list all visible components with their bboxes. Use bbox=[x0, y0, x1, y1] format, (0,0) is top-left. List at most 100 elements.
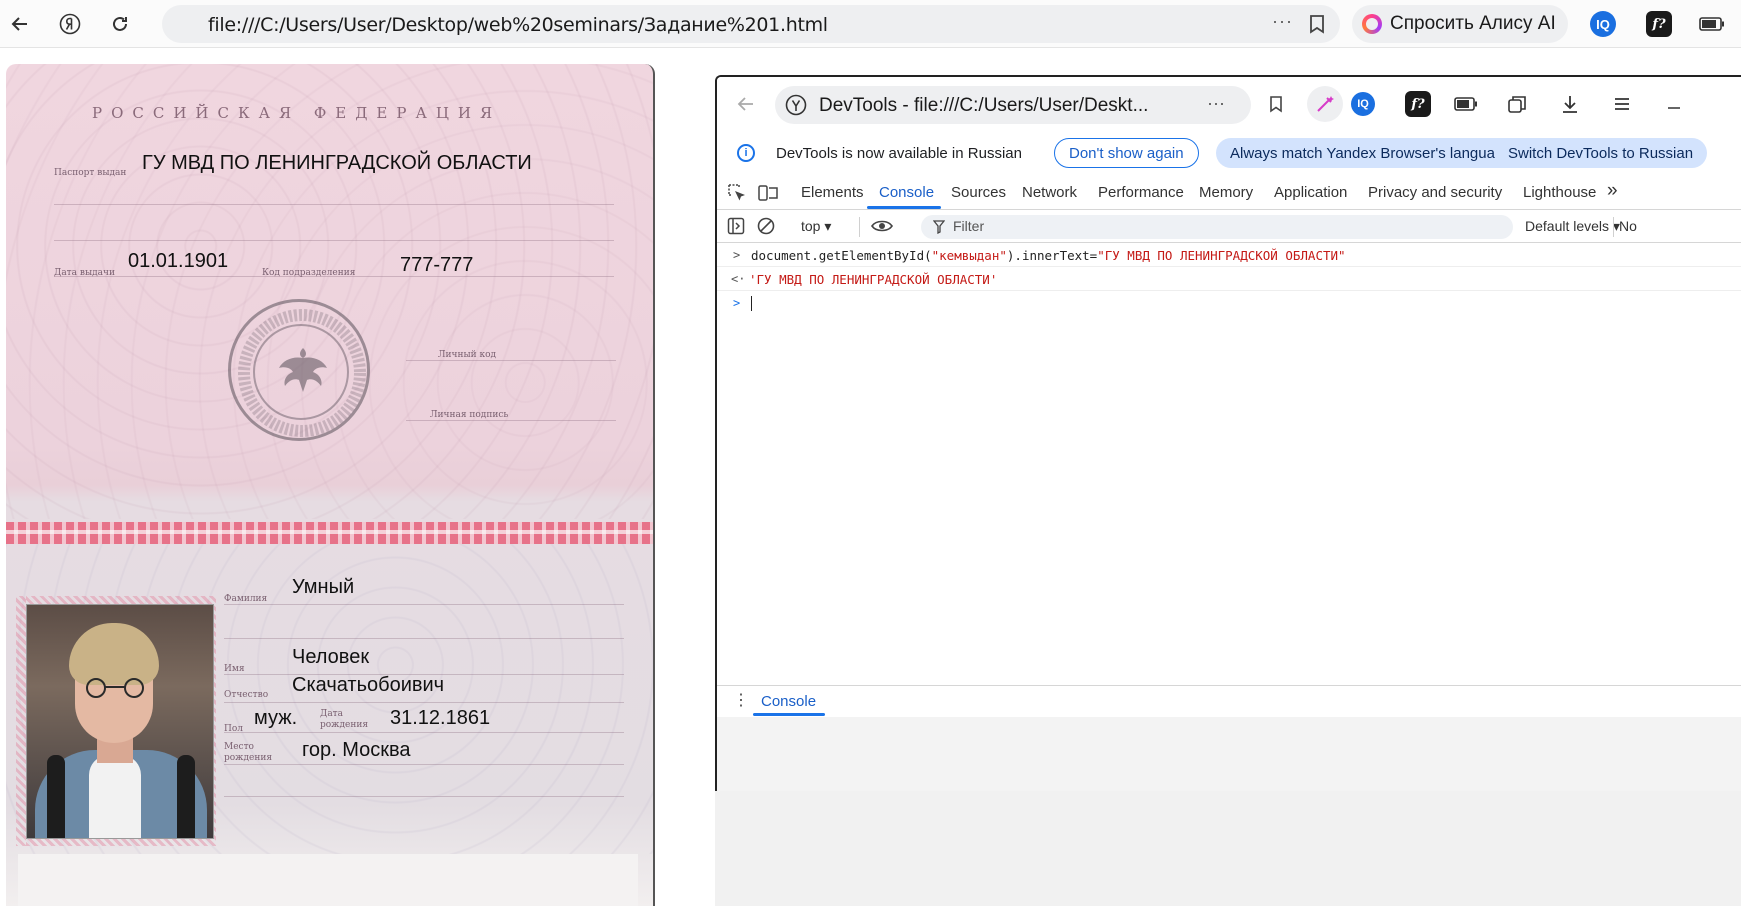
patronymic-label: Отчество bbox=[224, 690, 269, 700]
info-icon: i bbox=[737, 144, 755, 162]
output-prompt-icon: <· bbox=[731, 272, 746, 286]
issued-by-value: ГУ МВД ПО ЛЕНИНГРАДСКОЙ ОБЛАСТИ bbox=[142, 152, 532, 174]
code-call: document.getElementById( bbox=[751, 248, 932, 263]
ask-alice-label: Спросить Алису AI bbox=[1390, 13, 1556, 34]
clear-console-icon[interactable] bbox=[757, 217, 775, 240]
yandex-logo-icon[interactable] bbox=[54, 8, 86, 40]
yandex-logo-icon bbox=[785, 94, 807, 121]
device-toolbar-icon[interactable] bbox=[757, 183, 779, 208]
context-selector[interactable]: top ▾ bbox=[801, 218, 831, 235]
name-label: Имя bbox=[224, 664, 245, 674]
more-tabs-icon[interactable]: » bbox=[1607, 180, 1618, 202]
menu-hamburger-icon[interactable] bbox=[1607, 89, 1637, 119]
surname-value: Умный bbox=[292, 576, 355, 598]
code-property: ).innerText= bbox=[1006, 248, 1098, 263]
division-code-value: 777-777 bbox=[400, 254, 474, 276]
bookmark-icon[interactable] bbox=[1309, 14, 1325, 39]
iq-extension-icon[interactable]: IQ bbox=[1351, 92, 1375, 116]
log-levels-dropdown[interactable]: Default levels ▾ bbox=[1525, 218, 1620, 235]
page-content: РОССИЙСКАЯ ФЕДЕРАЦИЯ Паспорт выдан ГУ МВ… bbox=[0, 48, 715, 906]
birth-place-value: гор. Москва bbox=[302, 739, 411, 761]
tab-elements[interactable]: Elements bbox=[801, 184, 864, 201]
name-value: Человек bbox=[292, 646, 370, 668]
tab-memory[interactable]: Memory bbox=[1199, 184, 1253, 201]
ask-alice-button[interactable]: Спросить Алису AI bbox=[1352, 5, 1568, 43]
birth-place-label: Место рождения bbox=[224, 742, 273, 763]
devtools-window-title: DevTools - file:///C:/Users/User/Deskt..… bbox=[819, 95, 1149, 116]
console-input-line: > document.getElementById("кемвыдан").in… bbox=[717, 243, 1741, 267]
log-levels-value: Default levels bbox=[1525, 218, 1610, 234]
context-value: top bbox=[801, 218, 821, 234]
sex-value: муж. bbox=[254, 707, 298, 729]
live-expression-eye-icon[interactable] bbox=[871, 218, 893, 239]
f-extension-icon[interactable]: f? bbox=[1646, 11, 1672, 37]
mvd-stamp bbox=[228, 299, 370, 441]
reload-icon[interactable] bbox=[104, 8, 136, 40]
issues-counter[interactable]: No bbox=[1619, 218, 1637, 234]
switch-to-russian-button[interactable]: Switch DevTools to Russian bbox=[1494, 138, 1708, 168]
devtools-address-bar[interactable]: DevTools - file:///C:/Users/User/Deskt..… bbox=[775, 86, 1251, 124]
devtools-window: DevTools - file:///C:/Users/User/Deskt..… bbox=[715, 75, 1741, 791]
console-output: > document.getElementById("кемвыдан").in… bbox=[717, 243, 1741, 315]
tab-performance[interactable]: Performance bbox=[1098, 184, 1184, 201]
devtools-tabbar: Elements Console Sources Network Perform… bbox=[717, 176, 1741, 210]
new-prompt-icon: > bbox=[733, 296, 741, 310]
sidebar-toggle-icon[interactable] bbox=[727, 217, 745, 240]
personal-code-label: Личный код bbox=[438, 350, 497, 360]
passport-image: РОССИЙСКАЯ ФЕДЕРАЦИЯ Паспорт выдан ГУ МВ… bbox=[6, 64, 655, 906]
more-dots-icon[interactable]: ··· bbox=[1207, 93, 1225, 114]
text-cursor bbox=[751, 296, 752, 311]
console-prompt-line[interactable]: > bbox=[717, 291, 1741, 315]
filter-funnel-icon bbox=[932, 220, 946, 239]
holder-photo bbox=[26, 604, 214, 839]
passport-seam bbox=[6, 522, 653, 544]
tab-lighthouse[interactable]: Lighthouse bbox=[1523, 184, 1596, 201]
drawer-menu-icon[interactable]: ⋮ bbox=[733, 690, 749, 710]
patronymic-value: Скачатьобоивич bbox=[292, 674, 445, 696]
input-prompt-icon: > bbox=[733, 248, 741, 262]
tab-application[interactable]: Application bbox=[1274, 184, 1347, 201]
devtools-back-icon[interactable] bbox=[731, 89, 761, 119]
back-arrow-icon[interactable] bbox=[4, 8, 36, 40]
battery-icon[interactable] bbox=[1451, 89, 1481, 119]
bookmark-icon[interactable] bbox=[1261, 89, 1291, 119]
tab-sources[interactable]: Sources bbox=[951, 184, 1006, 201]
iq-extension-icon[interactable]: IQ bbox=[1590, 11, 1616, 37]
address-bar[interactable]: file:///C:/Users/User/Desktop/web%20semi… bbox=[162, 5, 1340, 43]
inspect-element-icon[interactable] bbox=[727, 183, 747, 208]
surname-label: Фамилия bbox=[224, 594, 268, 604]
console-filter-input[interactable]: Filter bbox=[921, 215, 1513, 239]
tab-console[interactable]: Console bbox=[879, 184, 934, 201]
download-icon[interactable] bbox=[1555, 89, 1585, 119]
f-extension-icon[interactable]: f? bbox=[1405, 91, 1431, 117]
more-dots-icon[interactable]: ··· bbox=[1272, 11, 1293, 32]
battery-icon[interactable] bbox=[1696, 8, 1728, 40]
tab-network[interactable]: Network bbox=[1022, 184, 1077, 201]
collections-icon[interactable] bbox=[1503, 89, 1533, 119]
filter-placeholder: Filter bbox=[953, 218, 985, 234]
issue-date-value: 01.01.1901 bbox=[128, 250, 229, 272]
minimize-icon[interactable] bbox=[1659, 89, 1689, 119]
code-argument: "кемвыдан" bbox=[931, 248, 1007, 263]
infobar-message: DevTools is now available in Russian bbox=[776, 145, 1022, 162]
console-toolbar: top ▾ Filter Default levels ▾ No bbox=[717, 211, 1741, 243]
address-url[interactable]: file:///C:/Users/User/Desktop/web%20semi… bbox=[208, 14, 828, 36]
magic-pen-icon[interactable] bbox=[1307, 86, 1343, 122]
issued-by-label: Паспорт выдан bbox=[54, 168, 127, 178]
alice-icon bbox=[1362, 14, 1382, 34]
tab-privacy-security[interactable]: Privacy and security bbox=[1368, 184, 1502, 201]
signature-label: Личная подпись bbox=[430, 410, 509, 420]
dont-show-again-button[interactable]: Don't show again bbox=[1054, 138, 1199, 168]
birth-date-label: Дата рождения bbox=[320, 709, 369, 730]
active-tab-indicator bbox=[867, 206, 941, 209]
devtools-drawer: ⋮ Console bbox=[717, 685, 1741, 716]
console-result-line: <· 'ГУ МВД ПО ЛЕНИНГРАДСКОЙ ОБЛАСТИ' bbox=[717, 267, 1741, 291]
birth-date-value: 31.12.1861 bbox=[390, 707, 491, 729]
language-infobar: i DevTools is now available in Russian D… bbox=[717, 134, 1741, 174]
devtools-titlebar: DevTools - file:///C:/Users/User/Deskt..… bbox=[717, 77, 1741, 131]
always-match-language-button[interactable]: Always match Yandex Browser's language bbox=[1216, 138, 1526, 168]
drawer-tab-console[interactable]: Console bbox=[761, 693, 816, 710]
passport-header: РОССИЙСКАЯ ФЕДЕРАЦИЯ bbox=[92, 104, 502, 122]
browser-toolbar: file:///C:/Users/User/Desktop/web%20semi… bbox=[0, 0, 1741, 48]
result-value: 'ГУ МВД ПО ЛЕНИНГРАДСКОЙ ОБЛАСТИ' bbox=[749, 272, 998, 287]
